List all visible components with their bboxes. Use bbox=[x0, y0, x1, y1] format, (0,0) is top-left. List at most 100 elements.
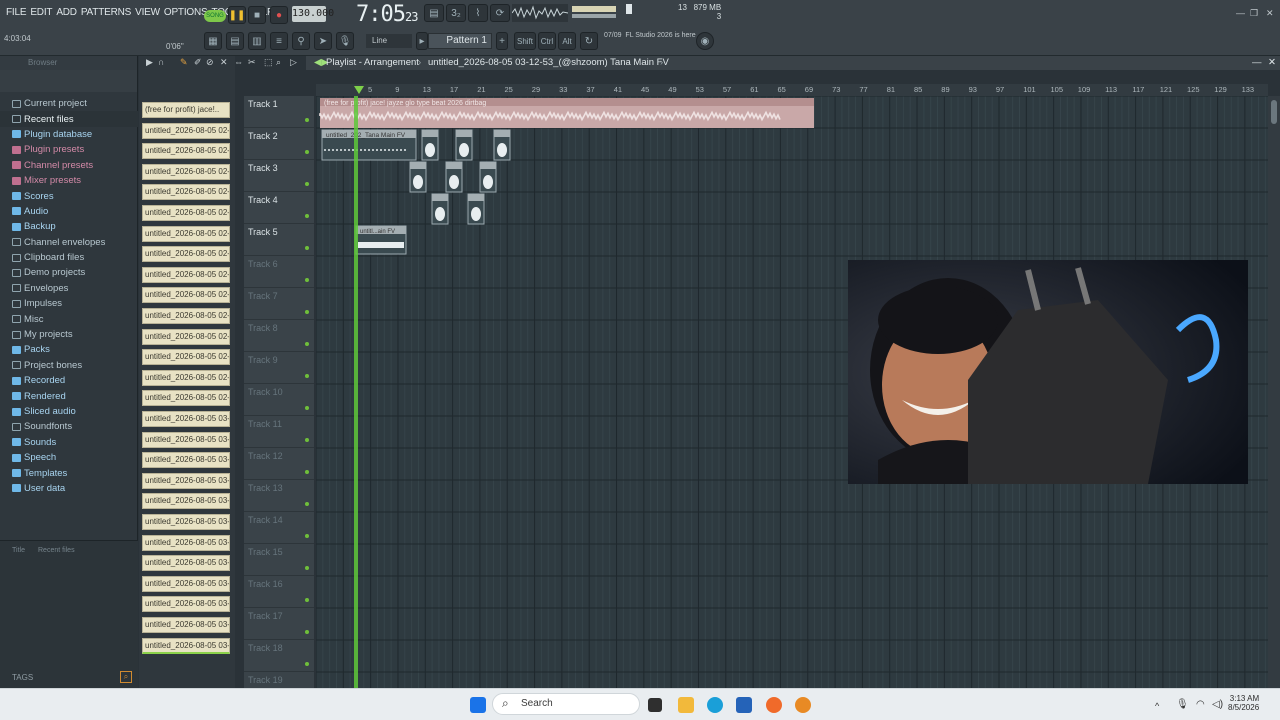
taskbar-search[interactable]: ⌕ Search bbox=[492, 693, 640, 715]
fl-studio-icon[interactable] bbox=[795, 697, 811, 713]
tray-chevron-icon[interactable]: ^ bbox=[1155, 701, 1159, 711]
picker-clip[interactable]: untitled_2026-08-05 03-... bbox=[142, 411, 230, 427]
browser-item[interactable]: Scores bbox=[0, 188, 138, 203]
track-header[interactable]: Track 1 bbox=[244, 96, 314, 128]
playlist-close-icon[interactable]: ✕ bbox=[1268, 56, 1276, 70]
picker-clip[interactable]: untitled_2026-08-05 02-... bbox=[142, 184, 230, 201]
play-icon[interactable]: ▶ bbox=[146, 57, 153, 68]
track-header[interactable]: Track 2 bbox=[244, 128, 314, 160]
news-icon[interactable]: ↻ bbox=[580, 32, 598, 50]
pause-button[interactable]: ❚❚ bbox=[228, 6, 246, 24]
picker-clip[interactable]: untitled_2026-08-05 02-... bbox=[142, 143, 230, 160]
picker-clip[interactable]: untitled_2026-08-05 03-... bbox=[142, 514, 230, 530]
slip-tool-icon[interactable]: ⇔ bbox=[234, 57, 243, 67]
paint-tool-icon[interactable]: ✐ bbox=[194, 57, 202, 68]
track-mute-led[interactable] bbox=[305, 406, 309, 410]
select-tool-icon[interactable]: ⬚ bbox=[264, 57, 273, 68]
news-panel[interactable]: 07/09 FL Studio 2026 is here bbox=[604, 31, 696, 40]
track-header[interactable]: Track 3 bbox=[244, 160, 314, 192]
browser-item[interactable]: Templates bbox=[0, 465, 138, 480]
mute-tool-icon[interactable]: ✕ bbox=[220, 57, 228, 68]
picker-clip[interactable]: untitled_2026-08-05 03-... bbox=[142, 596, 230, 613]
picker-clip[interactable]: untitled_2026-08-05 02-... bbox=[142, 349, 230, 366]
browser-item[interactable]: Demo projects bbox=[0, 265, 138, 280]
task-view-icon[interactable] bbox=[648, 698, 662, 712]
piano-roll-icon[interactable]: ▤ bbox=[226, 32, 244, 50]
snap-select[interactable]: Line bbox=[366, 34, 412, 48]
song-mode-toggle[interactable]: SONG bbox=[204, 10, 226, 22]
picker-clip[interactable]: untitled_2026-08-05 02-... bbox=[142, 163, 230, 180]
track-mute-led[interactable] bbox=[305, 246, 309, 250]
track-header[interactable]: Track 14 bbox=[244, 512, 314, 544]
track-header[interactable]: Track 8 bbox=[244, 320, 314, 352]
timeline-ruler[interactable]: 5 9 13 17 21 25 29 33 37 41 45 49 53 57 61 65 69 73 77 81 85… bbox=[316, 84, 1268, 96]
browser-icon[interactable]: ⚲ bbox=[292, 32, 310, 50]
picker-clip[interactable]: untitled_2026-08-05 02-... bbox=[142, 205, 230, 221]
start-icon[interactable] bbox=[470, 697, 486, 713]
magnet-icon[interactable]: ∩ bbox=[158, 57, 164, 67]
picker-clip[interactable]: untitled_2026-08-05 02-... bbox=[142, 328, 230, 345]
pattern-add-icon[interactable]: + bbox=[496, 32, 508, 50]
menu-item-view[interactable]: VIEW bbox=[135, 7, 160, 18]
picker-clip[interactable]: untitled_2026-08-05 02-... bbox=[142, 369, 230, 386]
track-mute-led[interactable] bbox=[305, 662, 309, 666]
ctrl-button[interactable]: Ctrl bbox=[538, 32, 556, 50]
track-mute-led[interactable] bbox=[305, 470, 309, 474]
shift-button[interactable]: Shift bbox=[514, 32, 536, 50]
picker-clip[interactable]: untitled_2026-08-05 03-... bbox=[142, 617, 230, 633]
close-icon[interactable]: ✕ bbox=[1266, 8, 1274, 19]
wifi-icon[interactable]: ◠ bbox=[1196, 699, 1205, 710]
delete-tool-icon[interactable]: ⊘ bbox=[206, 57, 214, 68]
picker-clip[interactable]: untitled_2026-08-05 03-... bbox=[142, 534, 230, 551]
track-mute-led[interactable] bbox=[305, 598, 309, 602]
browser-item[interactable]: Envelopes bbox=[0, 281, 138, 296]
metronome-icon[interactable]: ▤ bbox=[424, 4, 444, 22]
app-icon[interactable] bbox=[766, 697, 782, 713]
volume-icon[interactable]: ◁) bbox=[1212, 699, 1223, 710]
tags-label[interactable]: TAGS bbox=[12, 673, 33, 682]
alt-button[interactable]: Alt bbox=[558, 32, 576, 50]
picker-clip[interactable]: untitled_2026-08-05 02-... bbox=[142, 246, 230, 263]
microphone-tray-icon[interactable]: 🎙 bbox=[1176, 699, 1189, 710]
draw-tool-icon[interactable]: ✎ bbox=[180, 57, 188, 68]
playhead-marker-icon[interactable] bbox=[354, 86, 364, 94]
picker-clip[interactable]: untitled_2026-08-05 02-... bbox=[142, 266, 230, 283]
track-mute-led[interactable] bbox=[305, 118, 309, 122]
minimize-icon[interactable]: — bbox=[1236, 8, 1245, 18]
slice-tool-icon[interactable]: ✂ bbox=[248, 57, 256, 68]
store-icon[interactable] bbox=[736, 697, 752, 713]
menu-item-file[interactable]: FILE bbox=[6, 7, 27, 18]
search-icon[interactable]: ⌕ bbox=[120, 671, 132, 683]
track-header[interactable]: Track 18 bbox=[244, 640, 314, 672]
scrollbar-thumb[interactable] bbox=[1271, 100, 1277, 124]
browser-item[interactable]: Recorded bbox=[0, 373, 138, 388]
browser-item[interactable]: Rendered bbox=[0, 388, 138, 403]
track-header[interactable]: Track 4 bbox=[244, 192, 314, 224]
master-pitch-slider[interactable] bbox=[572, 14, 616, 18]
edge-icon[interactable] bbox=[707, 697, 723, 713]
track-mute-led[interactable] bbox=[305, 150, 309, 154]
track-header[interactable]: Track 13 bbox=[244, 480, 314, 512]
browser-item[interactable]: Audio bbox=[0, 204, 138, 219]
restore-icon[interactable]: ❐ bbox=[1250, 8, 1258, 19]
track-header[interactable]: Track 17 bbox=[244, 608, 314, 640]
picker-clip[interactable]: untitled_2026-08-05 02-... bbox=[142, 390, 230, 407]
track-header[interactable]: Track 7 bbox=[244, 288, 314, 320]
browser-item[interactable]: Recent files bbox=[0, 111, 138, 127]
menu-item-edit[interactable]: EDIT bbox=[30, 7, 52, 18]
picker-clip[interactable]: untitled_2026-08-05 03-... bbox=[142, 452, 230, 469]
playback-tool-icon[interactable]: ▷ bbox=[290, 57, 297, 68]
browser-item[interactable]: Channel presets bbox=[0, 158, 138, 173]
track-mute-led[interactable] bbox=[305, 182, 309, 186]
master-volume-slider[interactable] bbox=[572, 6, 616, 12]
browser-item[interactable]: Speech bbox=[0, 450, 138, 465]
picker-clip[interactable]: untitled_2026-08-05 02-... bbox=[142, 287, 230, 304]
playlist-icon[interactable]: ▦ bbox=[204, 32, 222, 50]
track-mute-led[interactable] bbox=[305, 214, 309, 218]
browser-item[interactable]: Plugin database bbox=[0, 127, 138, 142]
browser-item[interactable]: Clipboard files bbox=[0, 250, 138, 265]
record-button[interactable]: ● bbox=[270, 6, 288, 24]
vertical-scrollbar[interactable] bbox=[1268, 96, 1280, 688]
tempo-display[interactable]: 130.000 bbox=[292, 6, 334, 22]
track-mute-led[interactable] bbox=[305, 438, 309, 442]
